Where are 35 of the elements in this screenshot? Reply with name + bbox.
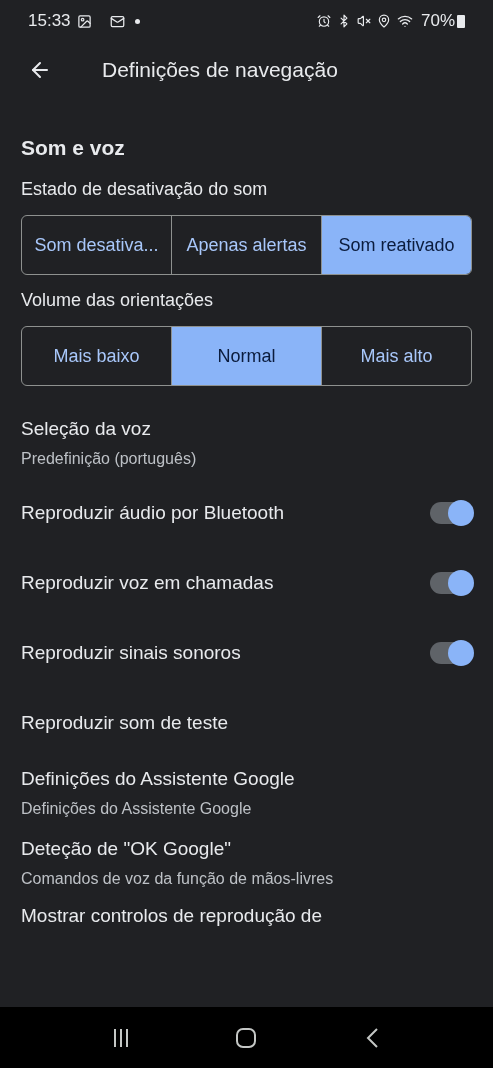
setting-subtitle: Predefinição (português): [21, 448, 198, 469]
setting-title[interactable]: Reproduzir voz em chamadas: [21, 568, 430, 598]
setting-title[interactable]: Mostrar controlos de reprodução de: [21, 902, 472, 928]
home-button[interactable]: [236, 1027, 257, 1048]
toggle-switch[interactable]: [430, 642, 472, 664]
segment-option[interactable]: Mais baixo: [22, 327, 171, 385]
setting-title[interactable]: Reproduzir som de teste: [21, 708, 472, 738]
status-time: 15:33: [28, 10, 71, 33]
mute-icon: [356, 14, 371, 28]
setting-title[interactable]: Deteção de "OK Google": [21, 835, 472, 864]
segment-option[interactable]: Som reativado: [321, 216, 471, 274]
setting-subtitle: Comandos de voz da função de mãos-livres: [21, 868, 335, 889]
alarm-icon: [316, 14, 331, 28]
setting-title[interactable]: Reproduzir áudio por Bluetooth: [21, 498, 430, 528]
segment-option[interactable]: Mais alto: [321, 327, 471, 385]
section-title: Som e voz: [21, 135, 126, 161]
battery-icon: [457, 14, 465, 28]
segment-option[interactable]: Som desativa...: [22, 216, 171, 274]
mail-icon: [109, 13, 125, 29]
wifi-icon: [396, 13, 413, 29]
segment-option[interactable]: Normal: [171, 327, 321, 385]
back-nav-button[interactable]: [364, 1026, 379, 1049]
setting-label: Estado de desativação do som: [21, 178, 269, 201]
toggle-switch[interactable]: [430, 572, 472, 594]
location-icon: [376, 14, 391, 28]
toggle-switch[interactable]: [430, 502, 472, 524]
battery-level: 70%: [420, 10, 455, 33]
page-title: Definições de navegação: [102, 57, 338, 84]
setting-title[interactable]: Seleção da voz: [21, 415, 472, 444]
setting-subtitle: Definições do Assistente Google: [21, 798, 253, 819]
recent-apps-button[interactable]: [114, 1028, 129, 1047]
setting-label: Volume das orientações: [21, 289, 215, 312]
setting-title[interactable]: Definições do Assistente Google: [21, 765, 472, 794]
setting-title[interactable]: Reproduzir sinais sonoros: [21, 638, 430, 668]
image-icon: [76, 13, 92, 29]
